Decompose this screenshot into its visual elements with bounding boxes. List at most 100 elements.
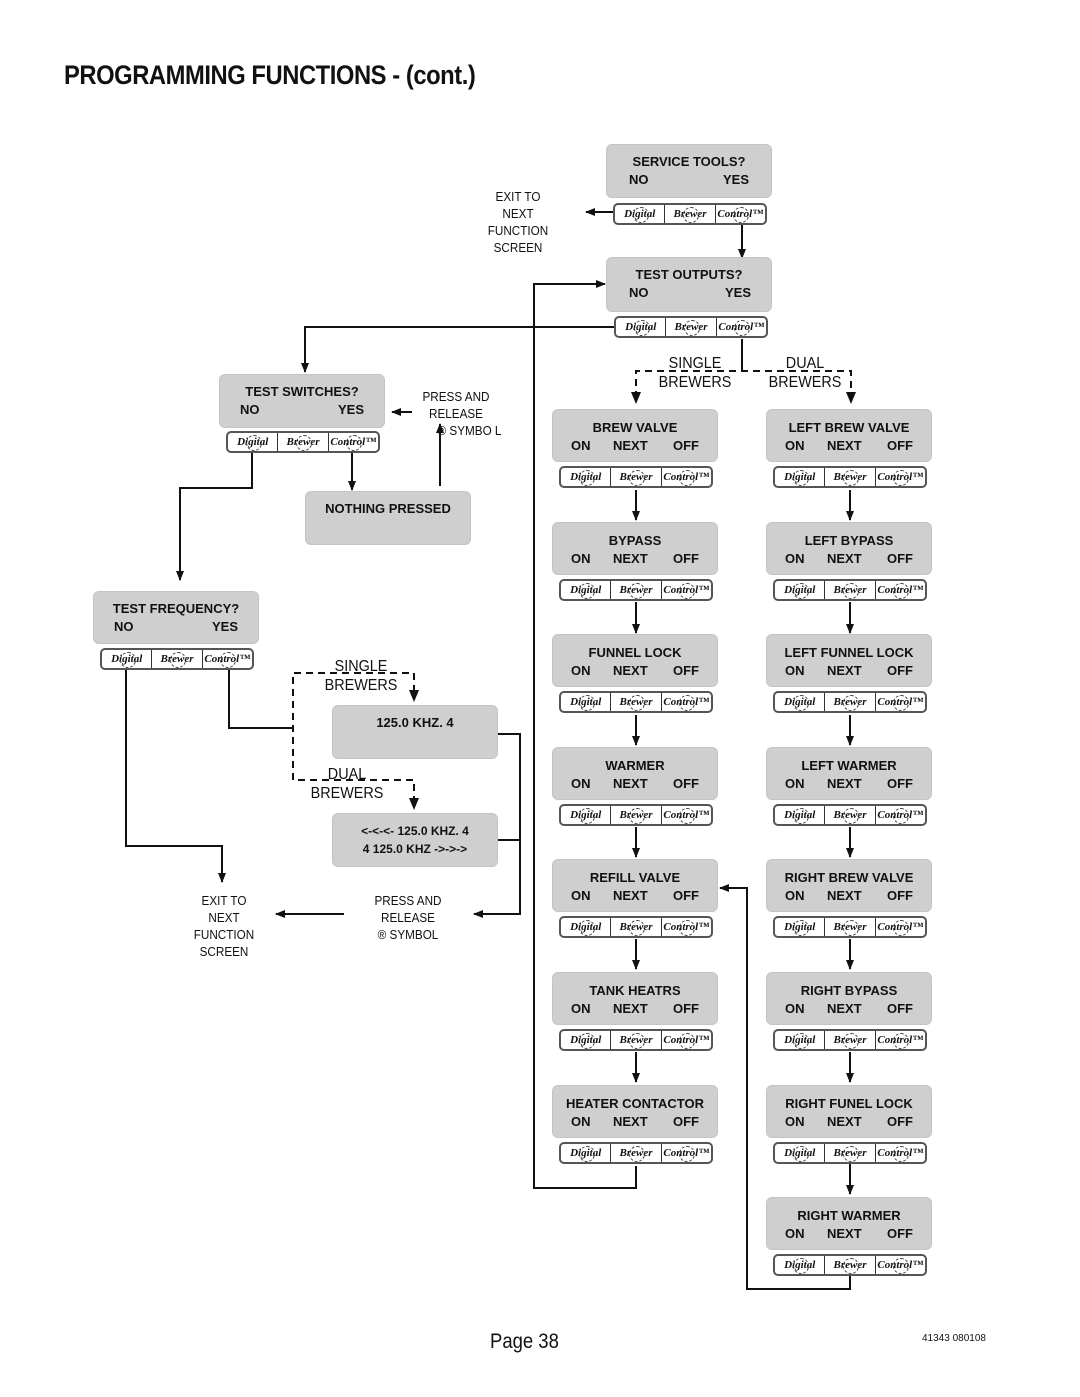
brewer-key[interactable]: Brewer [611, 693, 662, 712]
screen-output: RIGHT BYPASS ON NEXT OFF [767, 973, 931, 1024]
brewer-key[interactable]: Brewer [825, 918, 876, 937]
brewer-key[interactable]: Brewer [825, 580, 876, 599]
brewer-key[interactable]: Brewer [611, 1031, 662, 1049]
next-option: NEXT [613, 1001, 648, 1016]
digital-key[interactable]: Digital [775, 1031, 826, 1049]
brewer-key[interactable]: Brewer [665, 205, 716, 223]
keypad: Digital Brewer Control™ [559, 578, 713, 601]
control-key[interactable]: Control™ [876, 806, 925, 824]
next-option: NEXT [613, 775, 648, 791]
next-option: NEXT [613, 550, 648, 566]
digital-key[interactable]: Digital [775, 1143, 826, 1162]
next-option: NEXT [613, 888, 648, 904]
control-key[interactable]: Control™ [876, 468, 925, 486]
next-option: NEXT [827, 888, 862, 904]
screen-title: NOTHING PRESSED [325, 501, 451, 516]
brewer-key[interactable]: Brewer [278, 433, 329, 451]
digital-key[interactable]: Digital [561, 693, 612, 712]
control-key[interactable]: Control™ [329, 433, 378, 451]
digital-key[interactable]: Digital [102, 650, 153, 668]
digital-key[interactable]: Digital [561, 918, 612, 937]
digital-key[interactable]: Digital [615, 205, 666, 223]
arrow-to-test-switches [301, 326, 628, 373]
on-option: ON [785, 1226, 805, 1242]
digital-key[interactable]: Digital [775, 918, 826, 937]
brewer-key[interactable]: Brewer [611, 580, 662, 599]
control-key[interactable]: Control™ [876, 918, 925, 937]
control-key[interactable]: Control™ [876, 693, 925, 712]
control-key[interactable]: Control™ [662, 581, 711, 599]
output-name: RIGHT BYPASS [800, 983, 898, 998]
screen-frequency-dual: <-<-<- 125.0 KHZ. 4 4 125.0 KHZ ->->-> [333, 814, 497, 866]
control-key[interactable]: Control™ [876, 1256, 925, 1275]
control-key[interactable]: Control™ [662, 468, 711, 486]
brewer-key[interactable]: Brewer [611, 918, 662, 937]
brewer-key[interactable]: Brewer [825, 805, 876, 824]
digital-key[interactable]: Digital [775, 580, 826, 599]
control-key[interactable]: Control™ [716, 205, 765, 223]
single-brewers-freq-label: SINGLE BREWERS [324, 658, 398, 694]
digital-key[interactable]: Digital [775, 805, 826, 824]
digital-key[interactable]: Digital [561, 468, 612, 486]
digital-key[interactable]: Digital [561, 580, 612, 599]
frequency-readout-right: 4 125.0 KHZ ->->-> [362, 842, 468, 856]
output-name: BREW VALVE [592, 420, 678, 435]
next-option: NEXT [827, 663, 862, 679]
on-option: ON [571, 550, 591, 566]
digital-key[interactable]: Digital [561, 1143, 612, 1162]
control-key[interactable]: Control™ [662, 1031, 711, 1049]
on-option: ON [571, 775, 591, 791]
screen-output: RIGHT FUNEL LOCK ON NEXT OFF [767, 1085, 931, 1137]
control-key[interactable]: Control™ [203, 650, 252, 668]
screen-test-switches: TEST SWITCHES? NO YES [220, 375, 384, 427]
screen-output: WARMER ON NEXT OFF [553, 747, 717, 799]
digital-key[interactable]: Digital [561, 1031, 612, 1049]
screen-test-outputs: TEST OUTPUTS? NO YES [607, 258, 771, 311]
screen-output: TANK HEATRS ON NEXT OFF [553, 973, 717, 1024]
control-key[interactable]: Control™ [662, 806, 711, 824]
brewer-key[interactable]: Brewer [825, 1031, 876, 1049]
control-key[interactable]: Control™ [662, 1144, 711, 1162]
digital-key[interactable]: Digital [616, 318, 667, 336]
screen-service-tools: SERVICE TOOLS? NO YES [607, 145, 771, 197]
control-key[interactable]: Control™ [876, 1144, 925, 1162]
keypad: Digital Brewer Control™ [559, 1029, 713, 1051]
brewer-key[interactable]: Brewer [825, 468, 876, 486]
brewer-key[interactable]: Brewer [152, 650, 203, 668]
control-key[interactable]: Control™ [662, 693, 711, 712]
no-option: NO [629, 285, 649, 300]
brewer-key[interactable]: Brewer [825, 1143, 876, 1162]
control-key[interactable]: Control™ [662, 918, 711, 937]
control-key[interactable]: Control™ [717, 318, 766, 336]
control-key[interactable]: Control™ [876, 581, 925, 599]
keypad: Digital Brewer Control™ [614, 316, 768, 338]
screen-output: BYPASS ON NEXT OFF [553, 522, 717, 574]
next-option: NEXT [827, 438, 862, 453]
brewer-key[interactable]: Brewer [611, 1143, 662, 1162]
brewer-key[interactable]: Brewer [825, 693, 876, 712]
brewer-key[interactable]: Brewer [611, 468, 662, 486]
off-option: OFF [887, 775, 913, 791]
no-option: NO [240, 402, 260, 417]
single-brewers-label: SINGLE BREWERS [658, 355, 732, 391]
on-option: ON [571, 663, 591, 679]
yes-option: YES [337, 402, 364, 417]
off-option: OFF [673, 663, 699, 679]
yes-option: YES [722, 172, 749, 187]
frequency-readout-left: <-<-<- 125.0 KHZ. 4 [361, 824, 469, 838]
screen-output: REFILL VALVE ON NEXT OFF [553, 860, 717, 912]
brewer-key[interactable]: Brewer [825, 1256, 876, 1275]
digital-key[interactable]: Digital [775, 1256, 826, 1275]
digital-key[interactable]: Digital [228, 433, 279, 451]
next-option: NEXT [613, 1113, 648, 1129]
control-key[interactable]: Control™ [876, 1031, 925, 1049]
output-name: RIGHT WARMER [797, 1208, 901, 1224]
digital-key[interactable]: Digital [561, 805, 612, 824]
keypad: Digital Brewer Control™ [559, 916, 713, 939]
digital-key[interactable]: Digital [775, 468, 826, 486]
brewer-key[interactable]: Brewer [666, 318, 717, 336]
brewer-key[interactable]: Brewer [611, 805, 662, 824]
next-option: NEXT [827, 1226, 862, 1242]
off-option: OFF [673, 550, 699, 566]
digital-key[interactable]: Digital [775, 693, 826, 712]
